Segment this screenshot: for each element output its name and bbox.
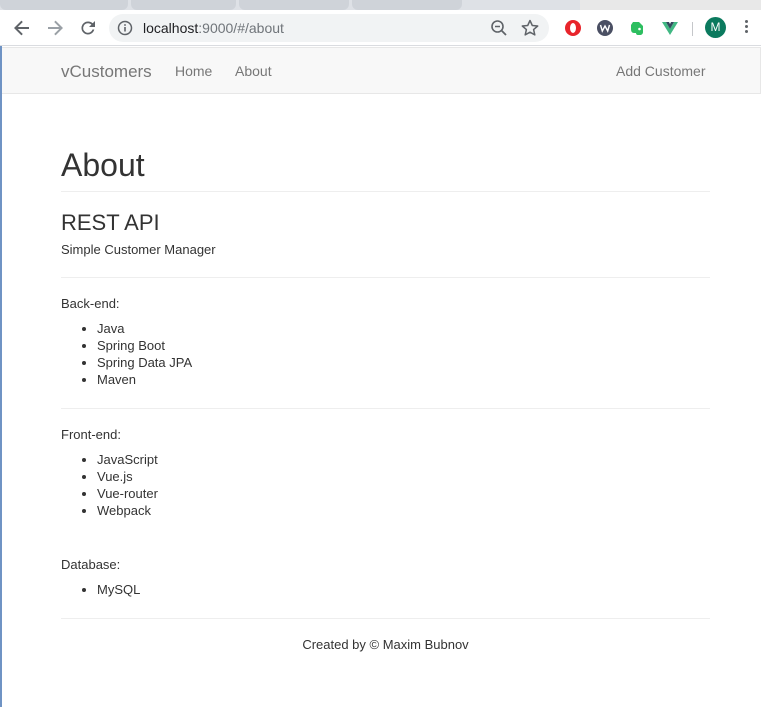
list-item: MySQL xyxy=(97,581,140,598)
database-list: MySQL xyxy=(97,581,140,598)
list-item: Spring Boot xyxy=(97,337,192,354)
active-browser-tab[interactable] xyxy=(580,0,761,10)
reload-button[interactable] xyxy=(76,16,100,40)
nav-link-home[interactable]: Home xyxy=(175,63,212,79)
back-button[interactable] xyxy=(10,16,34,40)
info-icon[interactable] xyxy=(117,20,133,41)
forward-button[interactable] xyxy=(43,16,67,40)
list-item: JavaScript xyxy=(97,451,158,468)
wappalyzer-icon[interactable] xyxy=(595,18,615,38)
arrow-right-icon xyxy=(48,20,63,36)
bookmark-star-icon[interactable] xyxy=(520,18,540,43)
vue-devtools-icon[interactable] xyxy=(660,18,680,38)
reload-icon xyxy=(81,21,95,35)
window-edge xyxy=(0,46,2,707)
navbar-brand[interactable]: vCustomers xyxy=(61,62,152,82)
divider xyxy=(61,618,710,619)
zoom-icon[interactable] xyxy=(489,18,509,43)
browser-tab-strip xyxy=(0,0,761,10)
section-label-frontend: Front-end: xyxy=(61,427,121,442)
browser-tab[interactable] xyxy=(352,0,462,10)
toolbar-divider xyxy=(692,22,693,36)
profile-avatar[interactable]: M xyxy=(705,17,726,38)
browser-tab[interactable] xyxy=(131,0,236,10)
list-item: Spring Data JPA xyxy=(97,354,192,371)
list-item: Java xyxy=(97,320,192,337)
page-subtitle: REST API xyxy=(61,210,160,235)
list-item: Maven xyxy=(97,371,192,388)
backend-list: Java Spring Boot Spring Data JPA Maven xyxy=(97,320,192,388)
url-path: :9000/#/about xyxy=(198,20,284,36)
lead-text: Simple Customer Manager xyxy=(61,242,216,257)
list-item: Vue.js xyxy=(97,468,158,485)
browser-menu-icon[interactable] xyxy=(740,18,752,38)
divider xyxy=(61,408,710,409)
browser-toolbar: localhost:9000/#/about M xyxy=(0,10,761,46)
section-label-backend: Back-end: xyxy=(61,296,120,311)
browser-tab[interactable] xyxy=(239,0,349,10)
list-item: Vue-router xyxy=(97,485,158,502)
divider xyxy=(61,277,710,278)
frontend-list: JavaScript Vue.js Vue-router Webpack xyxy=(97,451,158,519)
opera-ad-block-icon[interactable] xyxy=(563,18,583,38)
list-item: Webpack xyxy=(97,502,158,519)
url-host: localhost xyxy=(143,20,199,36)
nav-link-add-customer[interactable]: Add Customer xyxy=(616,63,705,79)
nav-link-about[interactable]: About xyxy=(235,63,272,79)
divider xyxy=(61,191,710,192)
browser-tab[interactable] xyxy=(0,0,128,10)
section-label-database: Database: xyxy=(61,557,121,572)
page-footer: Created by © Maxim Bubnov xyxy=(302,637,469,652)
arrow-left-icon xyxy=(14,20,29,36)
evernote-icon[interactable] xyxy=(627,18,647,38)
page-title: About xyxy=(61,147,145,183)
app-navbar: vCustomers Home About Add Customer xyxy=(2,47,761,94)
url-text[interactable]: localhost:9000/#/about xyxy=(143,20,284,36)
address-bar[interactable]: localhost:9000/#/about xyxy=(109,14,549,42)
